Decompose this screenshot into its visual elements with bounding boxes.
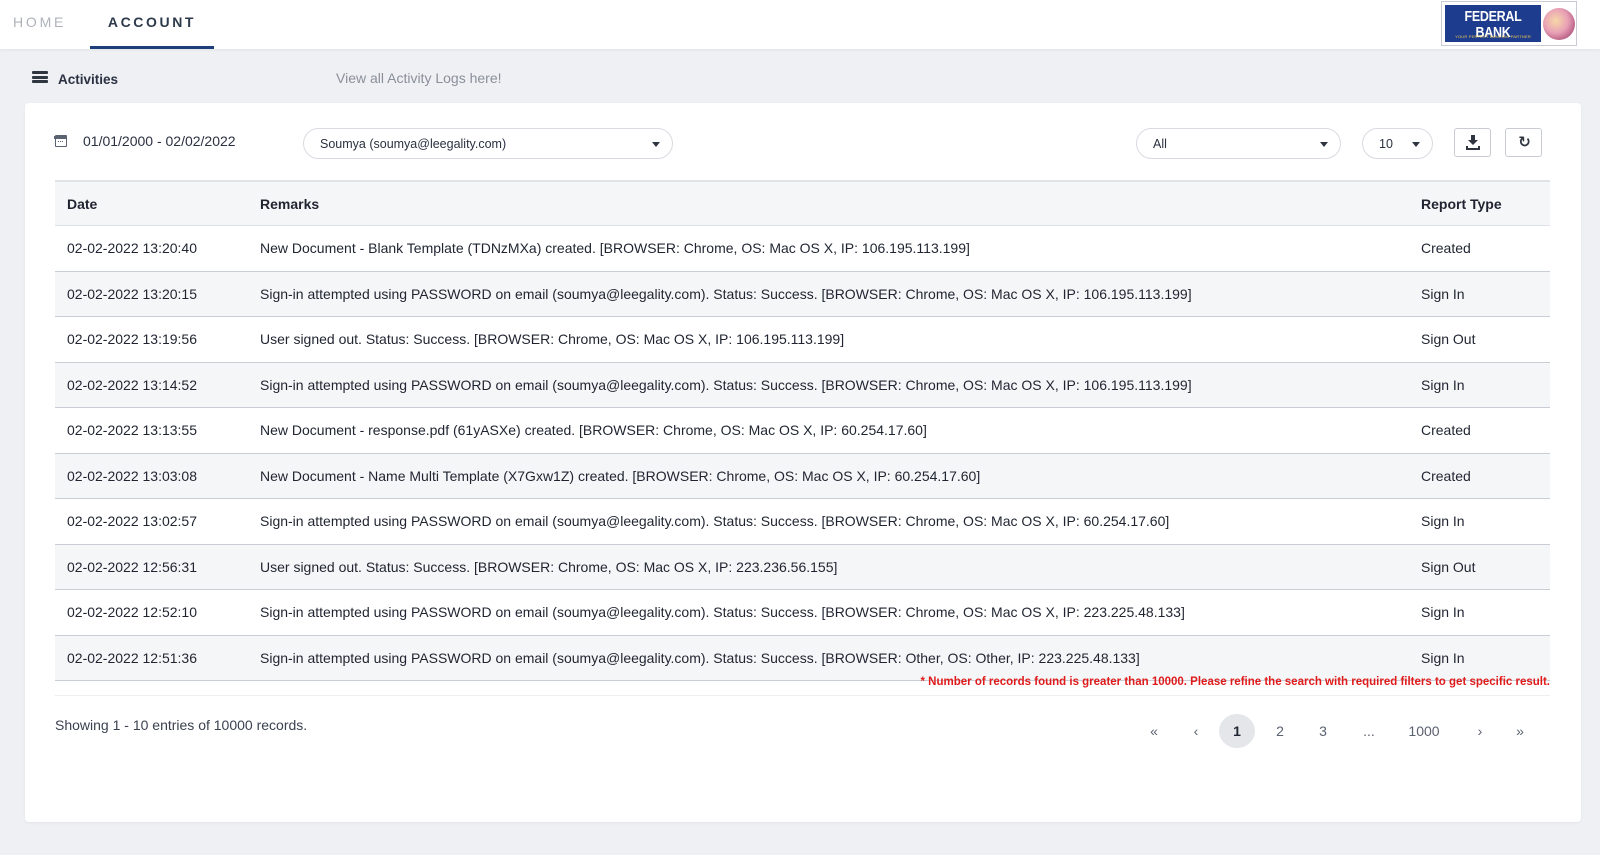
cell-date: 02-02-2022 13:14:52 xyxy=(67,376,197,393)
logo-seal-icon xyxy=(1543,8,1575,40)
cell-remarks: Sign-in attempted using PASSWORD on emai… xyxy=(260,376,1192,393)
report-type-select-value: All xyxy=(1153,137,1167,151)
logo-plate: FEDERAL BANK YOUR PERFECT BANKING PARTNE… xyxy=(1445,5,1541,42)
nav-tab-account[interactable]: ACCOUNT xyxy=(90,0,214,49)
chevron-down-icon xyxy=(652,142,660,147)
cell-report-type: Sign In xyxy=(1421,285,1465,302)
column-header-remarks[interactable]: Remarks xyxy=(260,196,319,212)
chevron-down-icon xyxy=(1412,142,1420,147)
cell-date: 02-02-2022 12:52:10 xyxy=(67,604,197,620)
column-header-date[interactable]: Date xyxy=(67,196,97,212)
user-select-value: Soumya (soumya@leegality.com) xyxy=(320,137,507,151)
activity-table: Date Remarks Report Type 02-02-2022 13:2… xyxy=(55,180,1550,681)
table-row: 02-02-2022 12:51:36 Sign-in attempted usi… xyxy=(55,635,1550,681)
page-ellipsis: ... xyxy=(1363,723,1375,739)
date-range-value: 01/01/2000 - 02/02/2022 xyxy=(83,133,236,149)
cell-date: 02-02-2022 13:20:15 xyxy=(67,285,197,302)
cell-remarks: Sign-in attempted using PASSWORD on emai… xyxy=(260,604,1185,620)
prev-page-button[interactable]: ‹ xyxy=(1181,714,1211,748)
entries-summary: Showing 1 - 10 entries of 10000 records. xyxy=(55,717,308,733)
page-size-select[interactable]: 10 xyxy=(1362,128,1433,159)
column-header-report-type[interactable]: Report Type xyxy=(1421,196,1502,212)
cell-date: 02-02-2022 13:13:55 xyxy=(67,422,197,438)
page-button-1000[interactable]: 1000 xyxy=(1401,714,1447,748)
nav-tab-home[interactable]: HOME xyxy=(13,0,66,49)
page-button-3[interactable]: 3 xyxy=(1308,714,1338,748)
cell-date: 02-02-2022 12:51:36 xyxy=(67,649,197,666)
chevron-down-icon xyxy=(1320,142,1328,147)
first-page-button[interactable]: « xyxy=(1139,714,1169,748)
table-row: 02-02-2022 13:20:40 New Document - Blank … xyxy=(55,226,1550,272)
cell-report-type: Sign Out xyxy=(1421,558,1476,575)
table-row: 02-02-2022 13:20:15 Sign-in attempted usi… xyxy=(55,271,1550,317)
calendar-icon xyxy=(54,135,67,147)
cell-report-type: Sign In xyxy=(1421,649,1465,666)
divider xyxy=(55,695,1550,696)
cell-report-type: Sign In xyxy=(1421,513,1465,529)
cell-report-type: Created xyxy=(1421,467,1471,484)
cell-report-type: Sign In xyxy=(1421,376,1465,393)
activities-title: Activities xyxy=(58,72,119,87)
cell-remarks: User signed out. Status: Success. [BROWS… xyxy=(260,331,845,347)
view-all-activity-logs-link[interactable]: View all Activity Logs here! xyxy=(336,70,502,86)
refresh-icon: ↻ xyxy=(1518,133,1531,151)
records-limit-warning: * Number of records found is greater tha… xyxy=(920,676,1551,688)
table-body: 02-02-2022 13:20:40 New Document - Blank … xyxy=(55,226,1550,681)
activity-log-card: 01/01/2000 - 02/02/2022 Soumya (soumya@l… xyxy=(25,103,1581,822)
download-button[interactable] xyxy=(1454,128,1491,157)
cell-remarks: Sign-in attempted using PASSWORD on emai… xyxy=(260,649,1140,666)
refresh-button[interactable]: ↻ xyxy=(1505,128,1542,157)
table-row: 02-02-2022 12:56:31 User signed out. Stat… xyxy=(55,544,1550,590)
table-header-row: Date Remarks Report Type xyxy=(55,180,1550,226)
logo-tagline: YOUR PERFECT BANKING PARTNER xyxy=(1455,34,1531,39)
top-nav-bar: HOME ACCOUNT FEDERAL BANK YOUR PERFECT B… xyxy=(0,0,1600,49)
user-select[interactable]: Soumya (soumya@leegality.com) xyxy=(303,128,673,159)
list-icon xyxy=(32,71,48,83)
page-size-select-value: 10 xyxy=(1379,137,1393,151)
next-page-button[interactable]: › xyxy=(1465,714,1495,748)
cell-report-type: Sign Out xyxy=(1421,331,1476,347)
cell-report-type: Created xyxy=(1421,240,1471,256)
cell-date: 02-02-2022 13:20:40 xyxy=(67,240,197,256)
cell-remarks: User signed out. Status: Success. [BROWS… xyxy=(260,558,838,575)
cell-remarks: New Document - Blank Template (TDNzMXa) … xyxy=(260,240,970,256)
report-type-select[interactable]: All xyxy=(1136,128,1341,159)
cell-remarks: New Document - response.pdf (61yASXe) cr… xyxy=(260,422,927,438)
table-row: 02-02-2022 13:03:08 New Document - Name M… xyxy=(55,453,1550,499)
cell-remarks: Sign-in attempted using PASSWORD on emai… xyxy=(260,285,1192,302)
cell-report-type: Created xyxy=(1421,422,1471,438)
page-button-2[interactable]: 2 xyxy=(1265,714,1295,748)
table-row: 02-02-2022 13:02:57 Sign-in attempted usi… xyxy=(55,499,1550,545)
cell-report-type: Sign In xyxy=(1421,604,1465,620)
table-row: 02-02-2022 12:52:10 Sign-in attempted usi… xyxy=(55,590,1550,636)
download-icon xyxy=(1468,135,1478,145)
cell-date: 02-02-2022 12:56:31 xyxy=(67,558,197,575)
table-row: 02-02-2022 13:19:56 User signed out. Stat… xyxy=(55,317,1550,363)
pagination: « ‹ 1 2 3 ... 1000 › » xyxy=(1119,714,1549,748)
federal-bank-logo: FEDERAL BANK YOUR PERFECT BANKING PARTNE… xyxy=(1441,1,1577,46)
page-button-1[interactable]: 1 xyxy=(1219,714,1255,748)
table-row: 02-02-2022 13:14:52 Sign-in attempted usi… xyxy=(55,362,1550,408)
cell-date: 02-02-2022 13:03:08 xyxy=(67,467,197,484)
last-page-button[interactable]: » xyxy=(1505,714,1535,748)
table-row: 02-02-2022 13:13:55 New Document - respon… xyxy=(55,408,1550,454)
cell-remarks: Sign-in attempted using PASSWORD on emai… xyxy=(260,513,1170,529)
cell-date: 02-02-2022 13:02:57 xyxy=(67,513,197,529)
cell-remarks: New Document - Name Multi Template (X7Gx… xyxy=(260,467,981,484)
cell-date: 02-02-2022 13:19:56 xyxy=(67,331,197,347)
